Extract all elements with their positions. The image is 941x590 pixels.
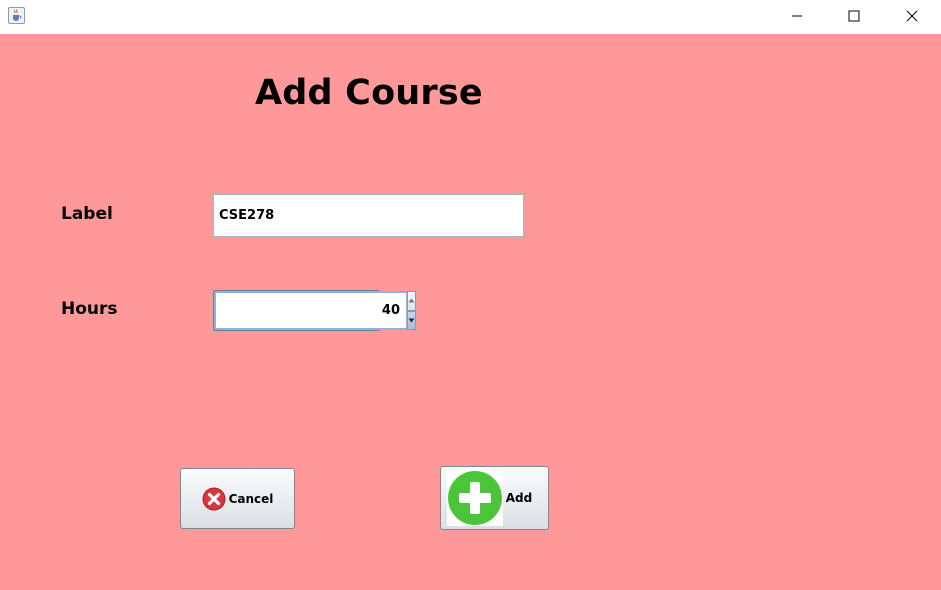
title-bar[interactable]: [0, 0, 941, 34]
spinner-up-button[interactable]: [407, 291, 416, 311]
cancel-x-icon: [202, 487, 226, 511]
cancel-button-label: Cancel: [228, 491, 274, 506]
hours-spinner[interactable]: [213, 290, 416, 331]
add-button-label: Add: [505, 491, 533, 505]
minimize-icon: [792, 15, 802, 17]
hours-input[interactable]: [214, 291, 407, 330]
arrow-up-icon: [408, 298, 415, 303]
maximize-icon: [848, 10, 860, 22]
label-field-label: Label: [61, 204, 113, 224]
hours-field-label: Hours: [61, 299, 118, 319]
label-input[interactable]: [213, 194, 524, 237]
plus-icon: [446, 470, 503, 526]
close-icon: [906, 10, 918, 22]
arrow-down-icon: [408, 318, 415, 323]
spinner-down-button[interactable]: [407, 310, 416, 330]
java-cup-icon: [8, 7, 25, 24]
close-button[interactable]: [883, 0, 941, 32]
minimize-button[interactable]: [768, 0, 826, 32]
add-course-window: Add Course Label Hours Ca: [0, 0, 941, 590]
cancel-button[interactable]: Cancel: [180, 468, 295, 529]
spinner-buttons: [407, 291, 416, 330]
page-title: Add Course: [255, 73, 483, 113]
maximize-button[interactable]: [825, 0, 883, 32]
add-button[interactable]: Add: [440, 466, 549, 530]
